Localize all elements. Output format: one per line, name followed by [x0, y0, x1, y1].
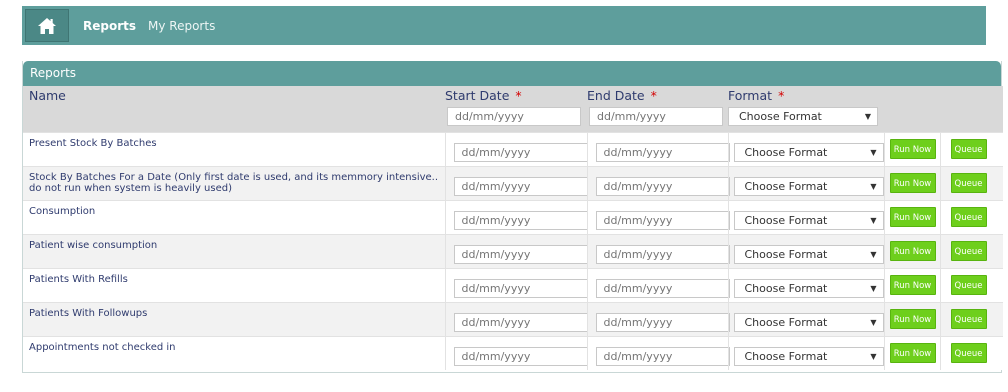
end-date-input[interactable] — [595, 142, 730, 162]
required-marker: * — [778, 88, 785, 103]
end-date-input[interactable] — [595, 278, 730, 298]
dropdown-arrow-icon: ▼ — [870, 249, 877, 259]
dropdown-arrow-icon: ▼ — [870, 181, 877, 191]
table-row: Stock By Batches For a Date (Only first … — [23, 166, 1003, 200]
format-select[interactable]: Choose Format ▼ — [733, 142, 884, 162]
dropdown-arrow-icon: ▼ — [870, 283, 877, 293]
table-header-row: Name Start Date* End Date* Format* Choos… — [23, 86, 1003, 132]
end-date-input[interactable] — [595, 210, 730, 230]
report-name: Appointments not checked in — [23, 336, 446, 370]
table-row: Patient wise consumption Choose Format▼ … — [23, 234, 1003, 268]
report-name: Patients With Followups — [23, 302, 446, 336]
report-name: Present Stock By Batches — [23, 132, 446, 166]
start-date-input[interactable] — [453, 312, 588, 332]
home-button[interactable] — [25, 9, 69, 42]
start-date-filter-input[interactable] — [447, 107, 581, 126]
run-now-button[interactable]: Run Now — [889, 274, 936, 295]
queue-button[interactable]: Queue — [950, 274, 987, 295]
report-name: Patients With Refills — [23, 268, 446, 302]
run-now-button[interactable]: Run Now — [889, 308, 936, 329]
format-select[interactable]: Choose Format ▼ — [733, 176, 884, 196]
nav-reports-link[interactable]: Reports — [83, 19, 136, 33]
dropdown-arrow-icon: ▼ — [870, 215, 877, 225]
column-header-name: Name — [29, 88, 66, 103]
end-date-filter-input[interactable] — [589, 107, 723, 126]
start-date-input[interactable] — [453, 210, 588, 230]
home-icon — [38, 17, 56, 34]
run-now-button[interactable]: Run Now — [889, 342, 936, 363]
end-date-input[interactable] — [595, 346, 730, 366]
panel-title: Reports — [23, 61, 1001, 86]
table-row: Present Stock By Batches Choose Format▼ … — [23, 132, 1003, 166]
reports-table: Name Start Date* End Date* Format* Choos… — [23, 86, 1003, 370]
report-name: Stock By Batches For a Date (Only first … — [23, 166, 446, 200]
run-now-button[interactable]: Run Now — [889, 172, 936, 193]
report-name: Patient wise consumption — [23, 234, 446, 268]
format-select[interactable]: Choose Format ▼ — [733, 278, 884, 298]
dropdown-arrow-icon: ▼ — [870, 317, 877, 327]
column-header-queue — [940, 86, 1003, 132]
table-row: Patients With Refills Choose Format▼ Run… — [23, 268, 1003, 302]
end-date-input[interactable] — [595, 244, 730, 264]
column-header-run — [884, 86, 940, 132]
queue-button[interactable]: Queue — [950, 138, 987, 159]
dropdown-arrow-icon: ▼ — [870, 147, 877, 157]
start-date-input[interactable] — [453, 176, 588, 196]
column-header-start-date: Start Date * — [445, 86, 587, 132]
end-date-input[interactable] — [595, 312, 730, 332]
required-marker: * — [515, 88, 522, 103]
format-filter-select[interactable]: Choose Format ▼ — [728, 107, 878, 126]
start-date-input[interactable] — [453, 244, 588, 264]
column-header-end-date: End Date * — [587, 86, 728, 132]
format-select[interactable]: Choose Format ▼ — [733, 244, 884, 264]
dropdown-arrow-icon: ▼ — [864, 112, 871, 121]
nav-my-reports-link[interactable]: My Reports — [148, 19, 215, 33]
table-row: Appointments not checked in Choose Forma… — [23, 336, 1003, 370]
queue-button[interactable]: Queue — [950, 206, 987, 227]
run-now-button[interactable]: Run Now — [889, 138, 936, 159]
start-date-input[interactable] — [453, 346, 588, 366]
format-select[interactable]: Choose Format ▼ — [733, 312, 884, 332]
column-header-format: Format * Choose Format ▼ — [728, 86, 884, 132]
run-now-button[interactable]: Run Now — [889, 240, 936, 261]
top-nav-bar: Reports My Reports — [22, 6, 986, 45]
queue-button[interactable]: Queue — [950, 342, 987, 363]
queue-button[interactable]: Queue — [950, 240, 987, 261]
end-date-input[interactable] — [595, 176, 730, 196]
queue-button[interactable]: Queue — [950, 308, 987, 329]
report-name: Consumption — [23, 200, 446, 234]
reports-panel: Reports Name Start Date* End Date* Forma… — [22, 61, 1003, 373]
table-row: Consumption Choose Format▼ Run Now Queue — [23, 200, 1003, 234]
format-select[interactable]: Choose Format ▼ — [733, 210, 884, 230]
format-select[interactable]: Choose Format ▼ — [733, 346, 884, 366]
start-date-input[interactable] — [453, 278, 588, 298]
run-now-button[interactable]: Run Now — [889, 206, 936, 227]
queue-button[interactable]: Queue — [950, 172, 987, 193]
table-row: Patients With Followups Choose Format▼ R… — [23, 302, 1003, 336]
start-date-input[interactable] — [453, 142, 588, 162]
required-marker: * — [650, 88, 657, 103]
dropdown-arrow-icon: ▼ — [870, 351, 877, 361]
